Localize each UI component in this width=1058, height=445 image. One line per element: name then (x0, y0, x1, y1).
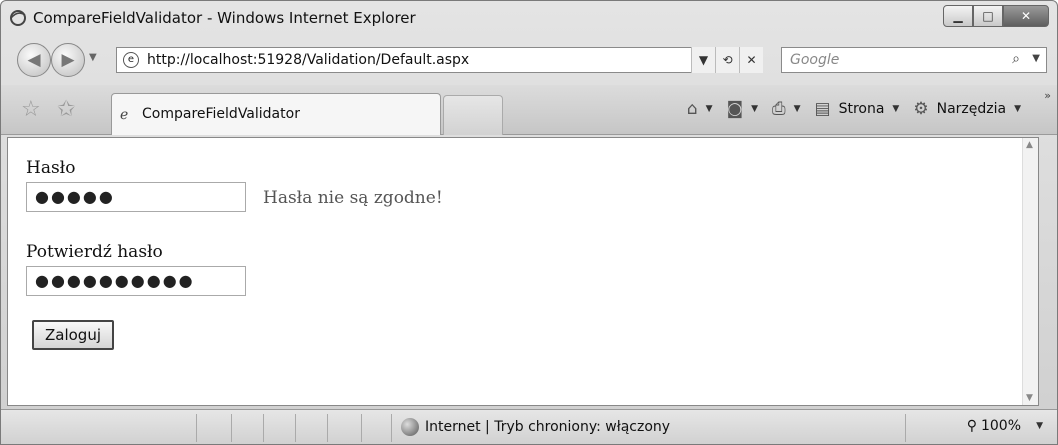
back-arrow-icon: ◀ (27, 50, 41, 70)
maximize-button[interactable]: □ (973, 5, 1003, 27)
add-favorites-icon[interactable]: ✩ (57, 97, 75, 122)
page-icon: e (123, 52, 139, 68)
search-options-dropdown[interactable]: ▼ (1032, 53, 1040, 64)
forward-arrow-icon: ▶ (61, 50, 75, 70)
scroll-down-arrow-icon[interactable]: ▼ (1026, 393, 1033, 403)
status-divider (905, 414, 906, 442)
security-zone-text: Internet | Tryb chroniony: włączony (425, 419, 671, 435)
minimize-button[interactable]: ▁ (943, 5, 973, 27)
tools-menu-dropdown[interactable]: ▼ (1014, 104, 1021, 114)
refresh-button[interactable]: ⟲ (715, 47, 739, 73)
window-title: CompareFieldValidator - Windows Internet… (33, 9, 416, 27)
recent-pages-dropdown[interactable]: ▼ (89, 52, 97, 63)
search-icon[interactable]: ⌕ (1012, 51, 1020, 67)
search-box[interactable]: Google ⌕ ▼ (781, 47, 1047, 73)
login-button[interactable]: Zaloguj (32, 320, 114, 350)
security-zone[interactable]: Internet | Tryb chroniony: włączony (401, 418, 670, 436)
print-dropdown[interactable]: ▼ (794, 104, 801, 114)
feeds-dropdown[interactable]: ▼ (751, 104, 758, 114)
scroll-up-arrow-icon[interactable]: ▲ (1026, 140, 1033, 150)
magnifier-icon: ⚲ (966, 418, 977, 434)
confirm-password-label: Potwierdź hasło (26, 242, 163, 262)
globe-icon (401, 418, 419, 436)
vertical-scrollbar[interactable]: ▲ ▼ (1022, 138, 1038, 405)
tab-comparefieldvalidator[interactable]: ℯ CompareFieldValidator (111, 93, 441, 135)
home-dropdown[interactable]: ▼ (706, 104, 713, 114)
stop-button[interactable]: ✕ (739, 47, 763, 73)
status-divider (295, 414, 296, 442)
back-button[interactable]: ◀ (17, 43, 51, 77)
search-input[interactable]: Google (790, 52, 839, 68)
window-controls: ▁ □ ✕ (943, 5, 1049, 27)
home-icon[interactable]: ⌂ (687, 99, 698, 119)
ie-page-icon: ℯ (120, 107, 129, 123)
more-commands-chevron-icon[interactable]: » (1044, 89, 1051, 102)
zoom-level: 100% (980, 418, 1021, 434)
browser-window: CompareFieldValidator - Windows Internet… (0, 0, 1058, 445)
page-menu-dropdown[interactable]: ▼ (892, 104, 899, 114)
page-menu[interactable]: Strona (839, 101, 885, 117)
new-tab-button[interactable] (443, 95, 503, 135)
zoom-control[interactable]: ⚲ 100% (967, 418, 1021, 434)
close-button[interactable]: ✕ (1003, 5, 1049, 27)
status-divider (391, 414, 392, 442)
page-menu-icon: ▤ (814, 99, 831, 119)
page-content: Hasło ●●●●● Hasła nie są zgodne! Potwier… (7, 137, 1039, 406)
status-divider (327, 414, 328, 442)
navigation-bar: ◀ ▶ ▼ e http://localhost:51928/Validatio… (1, 39, 1057, 81)
forward-button[interactable]: ▶ (51, 43, 85, 77)
status-divider (196, 414, 197, 442)
printer-icon[interactable]: ⎙ (772, 99, 786, 119)
tab-label: CompareFieldValidator (142, 106, 300, 122)
address-bar[interactable]: e http://localhost:51928/Validation/Defa… (116, 47, 724, 73)
tab-bar: ☆ ✩ ℯ CompareFieldValidator ⌂ ▼ ◙ ▼ ⎙ ▼ … (1, 85, 1057, 135)
command-bar: ⌂ ▼ ◙ ▼ ⎙ ▼ ▤ Strona ▼ ⚙ Narzędzia ▼ (687, 99, 1027, 119)
address-tools: ▼ ⟲ ✕ (691, 47, 763, 73)
address-dropdown-button[interactable]: ▼ (691, 47, 715, 73)
gear-icon: ⚙ (913, 99, 929, 119)
validation-error: Hasła nie są zgodne! (263, 188, 443, 208)
rss-icon[interactable]: ◙ (727, 99, 744, 119)
address-url[interactable]: http://localhost:51928/Validation/Defaul… (147, 52, 469, 68)
status-divider (263, 414, 264, 442)
confirm-password-field[interactable]: ●●●●●●●●●● (26, 266, 246, 296)
ie-logo-icon (9, 9, 27, 27)
password-label: Hasło (26, 158, 76, 178)
status-divider (361, 414, 362, 442)
status-bar: Internet | Tryb chroniony: włączony ⚲ 10… (1, 409, 1057, 444)
tools-menu[interactable]: Narzędzia (937, 101, 1006, 117)
title-bar: CompareFieldValidator - Windows Internet… (1, 1, 1057, 37)
password-field[interactable]: ●●●●● (26, 182, 246, 212)
zoom-dropdown[interactable]: ▼ (1036, 421, 1043, 431)
favorites-star-icon[interactable]: ☆ (21, 97, 41, 122)
status-divider (231, 414, 232, 442)
